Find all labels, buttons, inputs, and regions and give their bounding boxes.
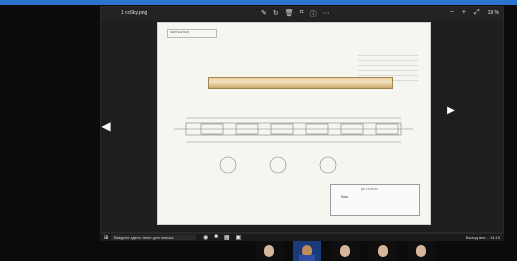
participant-face — [378, 245, 388, 257]
edge-icon[interactable]: ◉ — [203, 234, 208, 241]
technical-drawing — [174, 117, 413, 174]
crop-icon[interactable]: ⌗ — [300, 9, 304, 19]
participant-tile[interactable] — [331, 241, 359, 261]
participant-face — [416, 245, 426, 257]
windows-start-icon[interactable]: ⊞ — [104, 235, 108, 241]
notes-line — [358, 72, 418, 76]
viewer-right-tools: − + ⤢ 19 % — [450, 9, 499, 17]
viewer-tools: ✎ ↻ 🗑 ⌗ ⓘ ⋯ — [261, 9, 330, 19]
next-icon[interactable]: ▶ — [445, 103, 457, 119]
annotate-icon[interactable]: ✎ — [261, 9, 267, 19]
participant-tile[interactable] — [407, 241, 435, 261]
taskbar-apps: ◉ ■ ▦ ▣ — [203, 234, 241, 241]
zoom-out-icon[interactable]: − — [450, 9, 454, 17]
notes-line — [358, 57, 418, 61]
video-participants — [255, 241, 504, 261]
notes-line — [358, 62, 418, 66]
fit-icon[interactable]: ⤢ — [474, 9, 480, 17]
left-background — [0, 5, 100, 261]
title-code: ДП 15.05.03 — [361, 187, 378, 191]
participant-shirt — [299, 255, 315, 261]
taskbar-search-input[interactable]: Введите здесь текст для поиска — [111, 235, 196, 240]
drawing-lines — [174, 117, 413, 174]
title-block: ДП 15.05.03 Вал — [330, 184, 420, 216]
delete-icon[interactable]: 🗑 — [285, 9, 294, 19]
section-view — [319, 156, 337, 174]
notes-line — [358, 52, 418, 56]
previous-icon[interactable]: ◀ — [100, 118, 112, 134]
zoom-in-icon[interactable]: + — [462, 9, 466, 17]
info-icon[interactable]: ⓘ — [310, 9, 317, 19]
more-icon[interactable]: ⋯ — [323, 9, 330, 19]
participant-tile-active[interactable] — [293, 241, 321, 261]
participant-tile[interactable] — [369, 241, 397, 261]
participant-face — [264, 245, 274, 257]
rotate-icon[interactable]: ↻ — [273, 9, 279, 19]
participant-face — [340, 245, 350, 257]
drawing-sheet: ЧЕРТЕЖ ВАЛ ДП 15.05.03 Вал — [157, 22, 431, 225]
app-icon[interactable]: ▣ — [236, 234, 242, 241]
section-view — [269, 156, 287, 174]
viewer-toolbar: 1 cc6ky.png ✎ ↻ 🗑 ⌗ ⓘ ⋯ − + ⤢ 19 % — [101, 7, 503, 21]
notes-line — [358, 67, 418, 71]
participant-tile[interactable] — [255, 241, 283, 261]
store-icon[interactable]: ■ — [214, 234, 218, 241]
file-name: 1 cc6ky.png — [121, 10, 148, 16]
folder-icon[interactable]: ▦ — [224, 234, 230, 241]
shaft-render — [208, 77, 393, 89]
system-tray: Выход вне... 14:15 — [465, 235, 500, 240]
taskbar: ⊞ Введите здесь текст для поиска ◉ ■ ▦ ▣… — [100, 233, 504, 241]
part-name: Вал — [341, 194, 349, 199]
drawing-stamp-top: ЧЕРТЕЖ ВАЛ — [167, 29, 217, 38]
zoom-label: 19 % — [487, 10, 499, 16]
section-view — [219, 156, 237, 174]
